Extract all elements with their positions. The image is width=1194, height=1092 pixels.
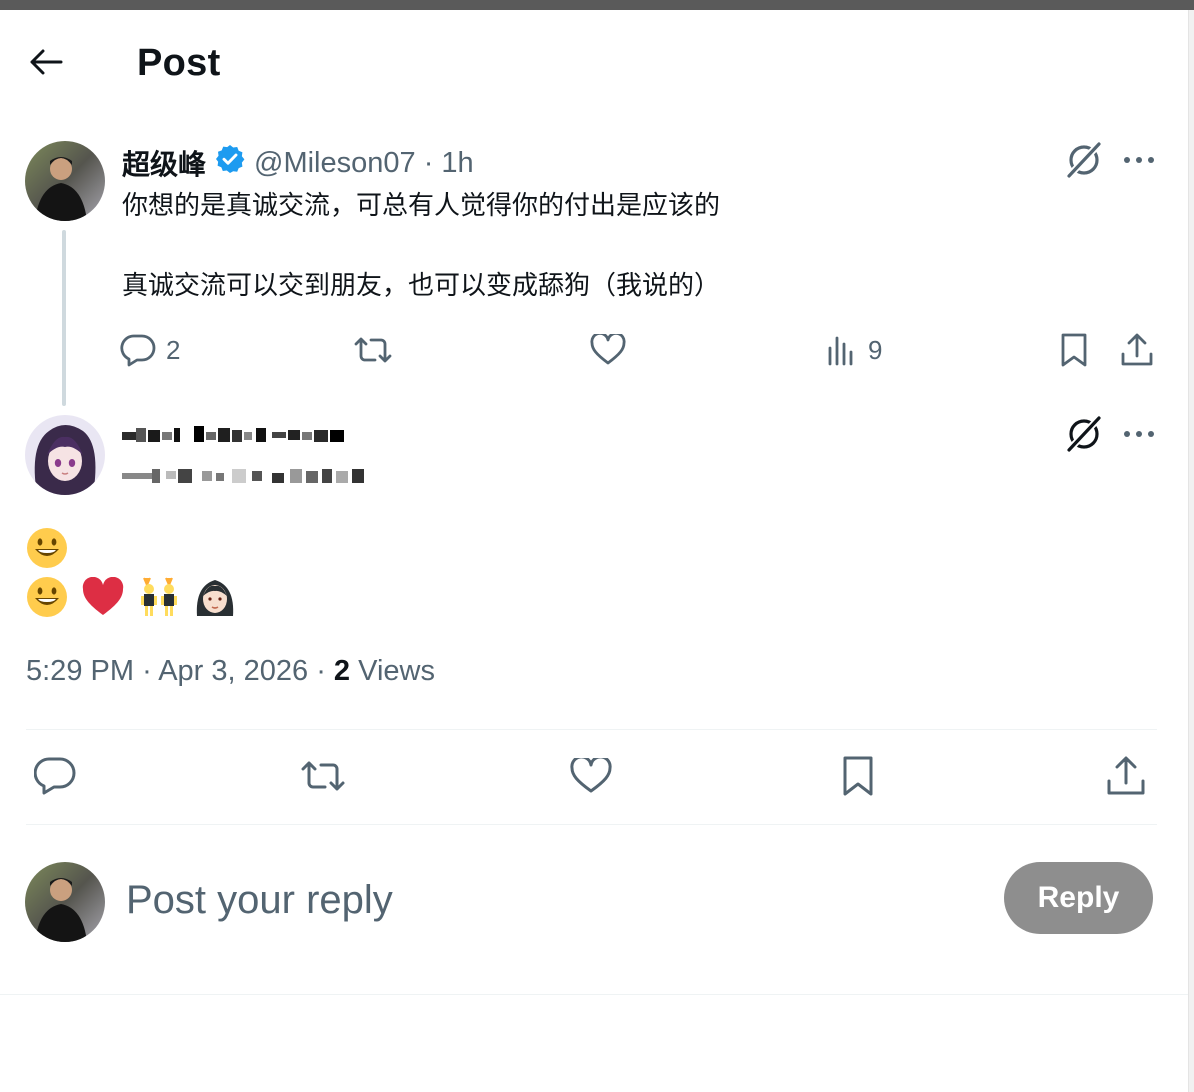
post-text: 你想的是真诚交流，可总有人觉得你的付出是应该的 真诚交流可以交到朋友，也可以变成… [122,186,720,306]
views-count: 9 [868,334,883,365]
grinning-face-emoji-icon [26,527,68,569]
bookmark-icon [840,755,876,797]
views-count: 2 [333,655,351,687]
men-with-bunny-ears-emoji-icon [138,576,180,618]
views-label: Views [358,655,435,687]
verified-badge-icon [214,143,246,183]
like-button[interactable] [570,754,612,798]
reply-author-handle-redacted[interactable] [122,465,366,485]
grinning-face-emoji-icon [26,576,68,618]
grok-icon[interactable] [1062,412,1106,456]
repost-button[interactable] [300,754,346,798]
bookmark-icon [1058,332,1090,368]
post-date[interactable]: Apr 3, 2026 [158,655,308,687]
red-heart-emoji-icon [82,576,124,618]
heart-icon [570,758,612,794]
post-author-line: 超级峰 @Mileson07 · 1h [122,143,474,183]
like-button[interactable] [590,328,626,372]
post-meta-line: 5:29 PM · Apr 3, 2026 · 2 Views [26,655,435,688]
browser-top-strip [0,0,1194,10]
divider [26,824,1157,825]
reply-emoji-line [26,527,68,569]
scrollbar-track[interactable] [1188,10,1194,1092]
repost-button[interactable] [353,328,393,372]
bookmark-button[interactable] [840,754,876,798]
post-text-line: 真诚交流可以交到朋友，也可以变成舔狗（我说的） [122,271,721,301]
heart-icon [590,334,626,366]
reply-button[interactable] [34,754,76,798]
repost-icon [300,758,346,794]
post-text-line: 你想的是真诚交流，可总有人觉得你的付出是应该的 [122,191,721,221]
views-button[interactable]: 9 [826,328,882,372]
current-user-avatar[interactable] [25,862,105,942]
post-time[interactable]: 5:29 PM [26,655,134,687]
repost-icon [353,334,393,366]
submit-reply-button[interactable]: Reply [1004,862,1153,934]
reply-count: 2 [166,334,181,365]
meta-separator: · [142,655,159,687]
back-button[interactable] [24,44,68,84]
reply-composer [126,872,946,928]
grok-icon[interactable] [1062,138,1106,182]
comment-icon [120,333,156,367]
woman-light-skin-emoji-icon [194,576,236,618]
reply-author-avatar[interactable] [25,415,105,495]
page-title: Post [137,42,221,84]
share-icon [1106,755,1146,797]
comment-icon [34,756,76,796]
meta-separator: · [316,655,334,687]
more-options-icon[interactable] [1117,412,1161,456]
author-handle-time[interactable]: @Mileson07 · 1h [254,147,474,180]
reply-button[interactable]: 2 [120,328,180,372]
divider [0,994,1188,995]
reply-input[interactable] [126,872,946,928]
reply-emoji-line [26,576,236,618]
arrow-left-icon [29,49,63,80]
share-button[interactable] [1120,328,1154,372]
reply-author-name-redacted[interactable] [122,424,346,446]
divider [26,729,1157,730]
page-header: Post [0,10,1188,118]
thread-connector-line [62,230,66,406]
author-avatar[interactable] [25,141,105,221]
share-icon [1120,332,1154,368]
share-button[interactable] [1106,754,1146,798]
bookmark-button[interactable] [1058,328,1090,372]
more-options-icon[interactable] [1117,138,1161,182]
author-name[interactable]: 超级峰 [122,143,206,183]
analytics-icon [826,334,858,366]
